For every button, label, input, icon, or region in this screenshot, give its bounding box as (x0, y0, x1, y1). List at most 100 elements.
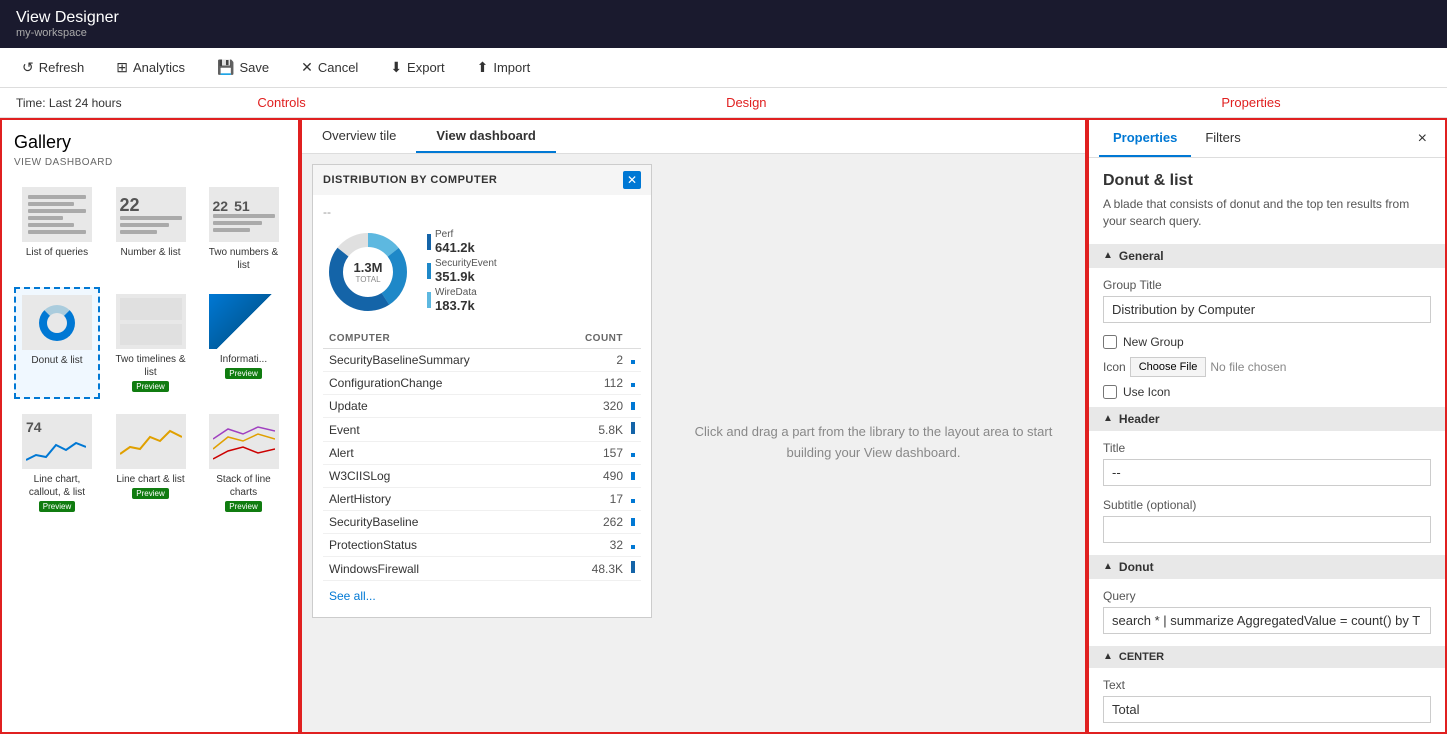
donut-section: 1.3M TOTAL Perf 641.2k (323, 227, 641, 317)
workspace-label: my-workspace (16, 27, 1431, 39)
preview-badge: Preview (132, 488, 168, 499)
section-header-center: ▲ CENTER (1089, 646, 1445, 668)
properties-close-button[interactable]: × (1410, 126, 1435, 152)
table-row: SecurityBaselineSummary 2 (323, 349, 641, 372)
props-section-title: Donut & list (1103, 172, 1431, 190)
analytics-icon: ⊞ (116, 59, 128, 76)
section-labels-row: Time: Last 24 hours Controls Design Prop… (0, 88, 1447, 118)
import-button[interactable]: ⬆ Import (471, 55, 537, 80)
section-header-header: ▲ Header (1089, 407, 1445, 431)
table-row: ConfigurationChange 112 (323, 372, 641, 395)
query-label: Query (1103, 589, 1431, 603)
widget-body: -- (313, 195, 651, 617)
gallery-item-thumb (22, 295, 92, 350)
count-cell: 320 (553, 395, 629, 418)
toolbar: ↺ Refresh ⊞ Analytics 💾 Save ✕ Cancel ⬇ … (0, 48, 1447, 88)
no-file-label: No file chosen (1210, 360, 1286, 374)
gallery-item-two-numbers[interactable]: 22 51 Two numbers & list (201, 180, 286, 279)
computer-cell: AlertHistory (323, 488, 553, 511)
use-icon-checkbox[interactable] (1103, 385, 1117, 399)
gallery-item-list-queries[interactable]: List of queries (14, 180, 100, 279)
props-content: Donut & list A blade that consists of do… (1089, 158, 1445, 734)
title-bar: View Designer my-workspace (0, 0, 1447, 48)
gallery-item-thumb: 74 (22, 414, 92, 469)
gallery-item-thumb (209, 414, 279, 469)
section-arrow-center: ▲ (1103, 651, 1113, 662)
gallery-item-number-list[interactable]: 22 Number & list (108, 180, 193, 279)
table-row: W3CIISLog 490 (323, 465, 641, 488)
table-row: Alert 157 (323, 442, 641, 465)
preview-badge: Preview (225, 368, 261, 379)
gallery-item-thumb (116, 294, 186, 349)
col-computer: COMPUTER (323, 329, 553, 349)
computer-cell: ConfigurationChange (323, 372, 553, 395)
save-button[interactable]: 💾 Save (211, 55, 275, 80)
computer-cell: SecurityBaselineSummary (323, 349, 553, 372)
preview-badge: Preview (225, 501, 261, 512)
section-arrow-donut: ▲ (1103, 561, 1113, 572)
gallery-item-donut-list[interactable]: Donut & list (14, 287, 100, 399)
new-group-checkbox[interactable] (1103, 335, 1117, 349)
count-cell: 2 (553, 349, 629, 372)
gallery-item-label: Stack of line charts (208, 473, 279, 499)
count-cell: 262 (553, 511, 629, 534)
legend-item-wiredata: WireData 183.7k (427, 287, 641, 313)
props-description: A blade that consists of donut and the t… (1103, 196, 1431, 230)
tab-filters[interactable]: Filters (1191, 120, 1254, 157)
gallery-item-informati[interactable]: Informati... Preview (201, 287, 286, 399)
section-arrow-general: ▲ (1103, 250, 1113, 261)
widget-header: DISTRIBUTION BY COMPUTER ✕ (313, 165, 651, 195)
computer-cell: W3CIISLog (323, 465, 553, 488)
gallery-item-label: Number & list (120, 246, 180, 259)
query-input[interactable] (1103, 607, 1431, 634)
subtitle-field: Subtitle (optional) (1103, 498, 1431, 543)
header-subtitle-input[interactable] (1103, 516, 1431, 543)
gallery-title: Gallery (14, 132, 286, 153)
bar-cell (629, 442, 641, 465)
gallery-item-line-chart-list[interactable]: Line chart & list Preview (108, 407, 193, 519)
gallery-item-two-timelines[interactable]: Two timelines & list Preview (108, 287, 193, 399)
gallery-item-label: Two numbers & list (208, 246, 279, 272)
header-title-input[interactable] (1103, 459, 1431, 486)
cancel-button[interactable]: ✕ Cancel (295, 55, 364, 80)
section-header-donut: ▲ Donut (1089, 555, 1445, 579)
tab-overview-tile[interactable]: Overview tile (302, 120, 416, 153)
query-field: Query (1103, 589, 1431, 634)
center-text-label: Text (1103, 678, 1431, 692)
new-group-checkbox-row: New Group (1103, 335, 1431, 349)
refresh-button[interactable]: ↺ Refresh (16, 55, 90, 80)
main-container: Gallery VIEW DASHBOARD List of queries (0, 118, 1447, 734)
bar-cell (629, 372, 641, 395)
legend-item-securityevent: SecurityEvent 351.9k (427, 258, 641, 284)
center-text-input[interactable] (1103, 696, 1431, 723)
export-button[interactable]: ⬇ Export (384, 55, 450, 80)
subtitle-label: Subtitle (optional) (1103, 498, 1431, 512)
bar-cell (629, 511, 641, 534)
count-cell: 157 (553, 442, 629, 465)
gallery-subtitle: VIEW DASHBOARD (14, 157, 286, 168)
choose-file-button[interactable]: Choose File (1130, 357, 1207, 377)
tab-view-dashboard[interactable]: View dashboard (416, 120, 555, 153)
bar-cell (629, 465, 641, 488)
controls-label: Controls (142, 95, 422, 110)
computer-cell: ProtectionStatus (323, 534, 553, 557)
gallery-item-line-chart-callout[interactable]: 74 Line chart, callout, & list Preview (14, 407, 100, 519)
bar-cell (629, 488, 641, 511)
properties-panel: Properties Filters × Donut & list A blad… (1087, 118, 1447, 734)
count-cell: 48.3K (553, 557, 629, 581)
title-field: Title (1103, 441, 1431, 486)
save-icon: 💾 (217, 59, 234, 76)
widget-close-button[interactable]: ✕ (623, 171, 641, 189)
section-header-general: ▲ General (1089, 244, 1445, 268)
group-title-input[interactable] (1103, 296, 1431, 323)
table-row: ProtectionStatus 32 (323, 534, 641, 557)
gallery-item-thumb: 22 (116, 187, 186, 242)
gallery-item-stack-line-charts[interactable]: Stack of line charts Preview (201, 407, 286, 519)
preview-badge: Preview (39, 501, 75, 512)
table-row: Event 5.8K (323, 418, 641, 442)
computer-cell: Alert (323, 442, 553, 465)
see-all-link[interactable]: See all... (323, 581, 641, 607)
refresh-icon: ↺ (22, 59, 34, 76)
tab-properties[interactable]: Properties (1099, 120, 1191, 157)
analytics-button[interactable]: ⊞ Analytics (110, 55, 191, 80)
